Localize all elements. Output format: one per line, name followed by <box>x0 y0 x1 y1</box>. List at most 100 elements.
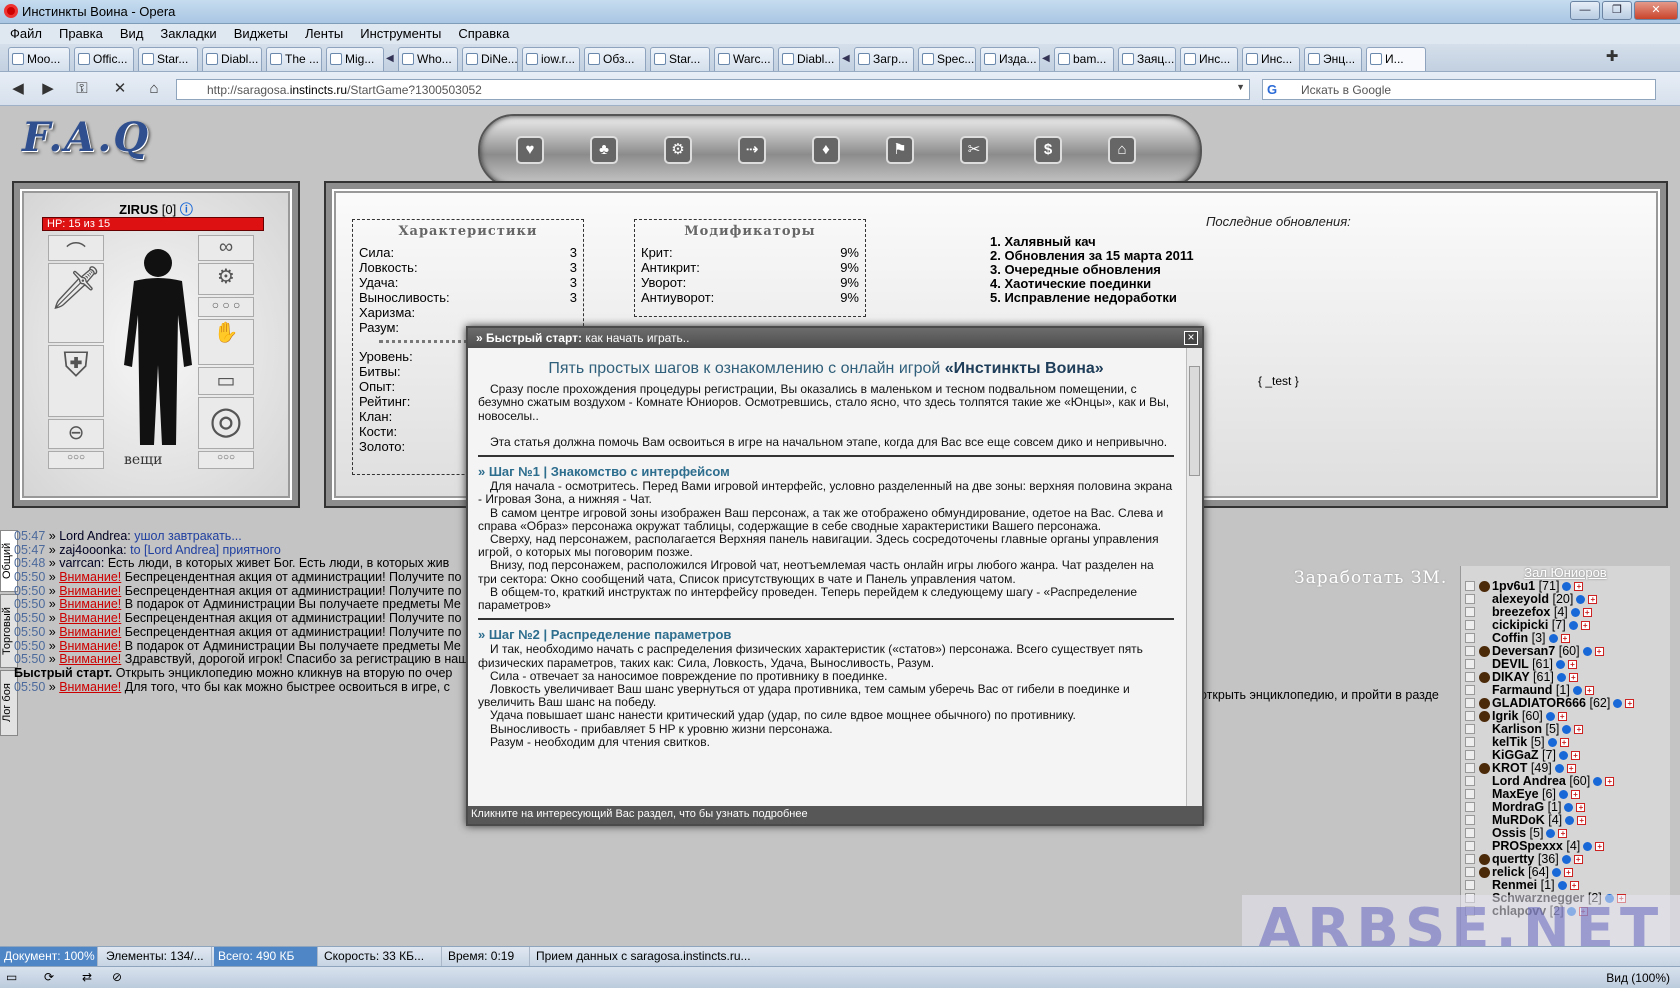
nav-icon-0[interactable]: ♥ <box>516 136 544 164</box>
earn-gold-link[interactable]: Заработать ЗМ. <box>1294 568 1447 588</box>
user-name[interactable]: KiGGaZ <box>1492 748 1539 762</box>
user-name[interactable]: Farmaund <box>1492 683 1552 697</box>
private-message-icon[interactable]: + <box>1582 608 1592 618</box>
user-name[interactable]: PROSpexxx <box>1492 839 1563 853</box>
dialog-scrollbar[interactable] <box>1186 348 1202 806</box>
expand-icon[interactable] <box>1465 607 1475 617</box>
ring-slots-left[interactable]: ○○○ <box>48 451 104 469</box>
expand-icon[interactable] <box>1465 776 1475 786</box>
info-icon[interactable] <box>1547 738 1557 748</box>
info-icon[interactable] <box>1583 842 1593 852</box>
tab-21[interactable]: И... <box>1366 47 1426 71</box>
bracer-slot[interactable]: ⚙ <box>198 263 254 295</box>
maximize-button[interactable]: ❐ <box>1602 1 1632 20</box>
expand-icon[interactable] <box>1465 867 1475 877</box>
rings-slot[interactable]: ○ ○ ○ <box>198 297 254 317</box>
update-item[interactable]: 3. Очередные обновления <box>990 262 1194 277</box>
expand-icon[interactable] <box>1465 620 1475 630</box>
expand-icon[interactable] <box>1465 737 1475 747</box>
hall-title[interactable]: Зал Юниоров <box>1461 566 1670 580</box>
menu-item-2[interactable]: Вид <box>110 24 151 41</box>
private-message-icon[interactable]: + <box>1557 712 1567 722</box>
info-icon[interactable] <box>1558 790 1568 800</box>
info-icon[interactable] <box>1552 868 1562 878</box>
nav-icon-4[interactable]: ♦ <box>812 136 840 164</box>
helmet-slot[interactable]: ∞ <box>198 235 254 261</box>
private-message-icon[interactable]: + <box>1569 881 1579 891</box>
armor-slot[interactable]: ⛨ <box>48 345 104 417</box>
add-tab-icon[interactable]: ✚ <box>1600 46 1624 68</box>
inventory-label[interactable]: вещи <box>124 452 163 468</box>
nav-icon-1[interactable]: ♣ <box>590 136 618 164</box>
tab-scroll-icon[interactable]: ◀ <box>1042 53 1050 64</box>
info-icon[interactable] <box>1558 751 1568 761</box>
turbo-icon[interactable]: ⇄ <box>82 970 92 984</box>
private-message-icon[interactable]: + <box>1567 660 1577 670</box>
expand-icon[interactable] <box>1465 854 1475 864</box>
expand-icon[interactable] <box>1465 802 1475 812</box>
expand-icon[interactable] <box>1465 815 1475 825</box>
tab-15[interactable]: Изда... <box>980 47 1040 71</box>
amulet-slot[interactable]: ⌒ <box>48 235 104 264</box>
info-icon[interactable] <box>1613 699 1623 709</box>
menu-item-3[interactable]: Закладки <box>150 24 223 41</box>
nav-icon-8[interactable]: ⌂ <box>1108 136 1136 164</box>
tab-11[interactable]: Warc... <box>714 47 774 71</box>
user-name[interactable]: kelTik <box>1492 735 1527 749</box>
info-icon[interactable] <box>1572 686 1582 696</box>
info-icon[interactable]: ⓘ <box>180 202 193 217</box>
shield-slot[interactable]: ◎ <box>198 397 254 449</box>
user-name[interactable]: DEVIL <box>1492 657 1529 671</box>
tab-8[interactable]: iow.r... <box>522 47 580 71</box>
info-icon[interactable] <box>1555 660 1565 670</box>
user-name[interactable]: Coffin <box>1492 631 1528 645</box>
expand-icon[interactable] <box>1465 685 1475 695</box>
chat-author[interactable]: varrcan: <box>59 556 104 571</box>
boots-slot[interactable]: ▭ <box>198 367 254 395</box>
close-window-button[interactable]: ✕ <box>1634 1 1678 20</box>
chat-warning-link[interactable]: Внимание! <box>59 652 121 666</box>
gloves-slot[interactable]: ✋ <box>198 319 254 365</box>
tab-1[interactable]: Offic... <box>74 47 134 71</box>
expand-icon[interactable] <box>1465 633 1475 643</box>
url-input[interactable]: http://saragosa.instincts.ru/StartGame?1… <box>176 79 1250 100</box>
menu-item-6[interactable]: Инструменты <box>350 24 448 41</box>
user-name[interactable]: 1pv6u1 <box>1492 579 1535 593</box>
stop-icon[interactable]: ✕ <box>108 78 132 100</box>
expand-icon[interactable] <box>1465 646 1475 656</box>
tab-10[interactable]: Star... <box>650 47 710 71</box>
search-input[interactable]: G Искать в Google <box>1262 79 1656 100</box>
tab-19[interactable]: Инс... <box>1242 47 1300 71</box>
update-item[interactable]: 5. Исправление недоработки <box>990 290 1194 305</box>
private-message-icon[interactable]: + <box>1594 647 1604 657</box>
chat-warning-link[interactable]: Внимание! <box>59 680 121 694</box>
private-message-icon[interactable]: + <box>1570 751 1580 761</box>
google-icon[interactable]: G <box>1267 82 1277 97</box>
user-name[interactable]: cickipicki <box>1492 618 1548 632</box>
tab-scroll-icon[interactable]: ◀ <box>842 53 850 64</box>
menu-item-7[interactable]: Справка <box>448 24 516 41</box>
chat-warning-link[interactable]: Внимание! <box>59 611 121 625</box>
info-icon[interactable] <box>1565 816 1575 826</box>
expand-icon[interactable] <box>1465 763 1475 773</box>
user-name[interactable]: Deversan7 <box>1492 644 1555 658</box>
chat-warning-link[interactable]: Внимание! <box>59 597 121 612</box>
expand-icon[interactable] <box>1465 659 1475 669</box>
chat-warning-link[interactable]: Внимание! <box>59 639 121 653</box>
info-icon[interactable] <box>1554 764 1564 774</box>
tab-4[interactable]: The ... <box>266 47 322 71</box>
info-icon[interactable] <box>1557 881 1567 891</box>
tab-9[interactable]: Обз... <box>584 47 646 71</box>
private-message-icon[interactable]: + <box>1574 725 1584 735</box>
user-name[interactable]: Ossis <box>1492 826 1526 840</box>
user-name[interactable]: DIKAY <box>1492 670 1530 684</box>
menu-item-1[interactable]: Правка <box>49 24 110 41</box>
tab-3[interactable]: Diabl... <box>202 47 262 71</box>
info-icon[interactable] <box>1546 829 1556 839</box>
tab-scroll-icon[interactable]: ◀ <box>386 53 394 64</box>
chat-warning-link[interactable]: Внимание! <box>59 570 121 584</box>
tab-13[interactable]: Загр... <box>854 47 914 71</box>
belt-slot[interactable]: ⊖ <box>48 419 104 449</box>
chat-warning-link[interactable]: Внимание! <box>59 625 121 639</box>
info-icon[interactable] <box>1562 582 1572 592</box>
